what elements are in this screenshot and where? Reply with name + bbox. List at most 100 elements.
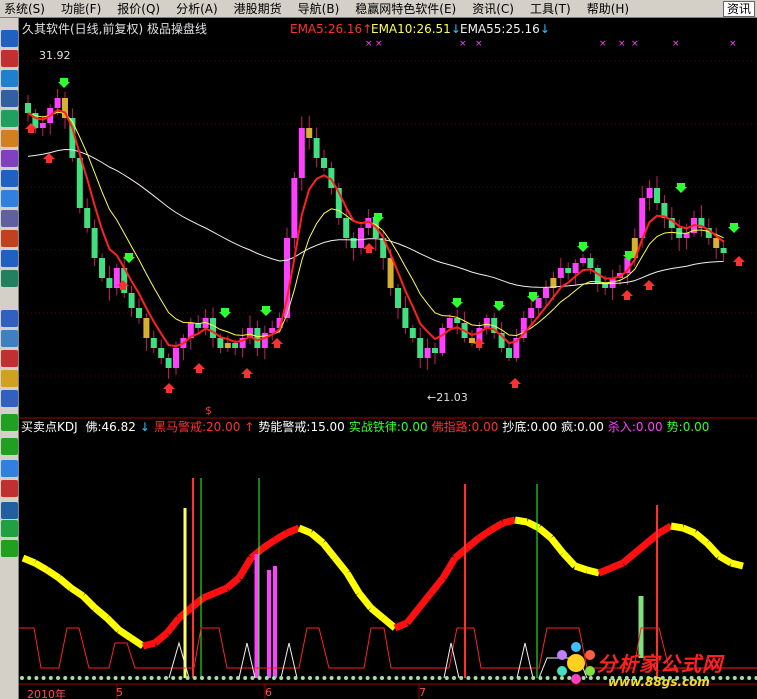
- baseline-dot: [200, 676, 204, 680]
- baseline-dot: [358, 676, 363, 680]
- table-icon[interactable]: [1, 90, 18, 107]
- menu-item-7[interactable]: 资讯(C): [464, 0, 522, 18]
- tool-icon-23[interactable]: [1, 520, 18, 537]
- tool-icon-20[interactable]: [1, 460, 18, 477]
- dollar-icon[interactable]: [1, 330, 18, 347]
- menu-item-5[interactable]: 导航(B): [290, 0, 348, 18]
- candle-body: [99, 258, 105, 278]
- baseline-dot: [56, 676, 60, 680]
- kdj-line-segment: [213, 584, 229, 597]
- kdj-line-segment: [548, 535, 566, 556]
- signal-spikes: [168, 641, 588, 679]
- baseline-dot: [444, 676, 449, 680]
- back-icon[interactable]: [1, 310, 18, 327]
- chart-area[interactable]: × × × × × × × × × 久其软件(日线,前复权) 极品操盘线 EMA5:26.16↑…: [19, 18, 757, 699]
- baseline-dot: [34, 676, 39, 680]
- menu-item-0[interactable]: 系统(S): [0, 0, 53, 18]
- menu-item-1[interactable]: 功能(F): [53, 0, 109, 18]
- baseline-dot: [257, 676, 262, 680]
- kdj-line-segment: [117, 627, 133, 641]
- baseline-dot: [308, 676, 312, 680]
- baseline-dot: [315, 676, 320, 680]
- search-icon[interactable]: [1, 190, 18, 207]
- kdj-line-segment: [235, 556, 255, 580]
- buy-arrow-icon: [163, 383, 175, 393]
- baseline-dot: [466, 676, 471, 680]
- menu-item-3[interactable]: 分析(A): [168, 0, 226, 18]
- grid-icon[interactable]: [1, 110, 18, 127]
- kdj-line-segment: [502, 516, 516, 527]
- down-arrow-icon[interactable]: [1, 414, 18, 431]
- baseline-dot: [214, 676, 219, 680]
- menu-item-8[interactable]: 工具(T): [522, 0, 579, 18]
- tool-icon-19[interactable]: [1, 438, 18, 455]
- kdj-line-segment: [33, 559, 49, 574]
- kdj-line-segment: [343, 571, 363, 595]
- baseline-dot: [20, 676, 24, 680]
- date-label-june: 6: [265, 686, 272, 699]
- kdj-line-segment: [692, 530, 710, 546]
- baseline-dot: [336, 676, 341, 680]
- up-arrow-icon[interactable]: [1, 390, 18, 407]
- people-icon[interactable]: [1, 150, 18, 167]
- menu-item-4[interactable]: 港股期货: [226, 0, 290, 18]
- kdj-line-segment: [56, 575, 74, 591]
- candle-body: [543, 288, 549, 298]
- pencil-icon[interactable]: [1, 350, 18, 367]
- tool-icon-22[interactable]: [1, 502, 18, 519]
- sell-arrow-icon: [493, 301, 505, 311]
- menu-item-6[interactable]: 稳赢网特色软件(E): [347, 0, 464, 18]
- menu-item-2[interactable]: 报价(Q): [109, 0, 168, 18]
- ema55-arrow: ↓: [539, 22, 550, 36]
- candle-body: [720, 248, 727, 253]
- baseline-dot: [401, 676, 406, 680]
- kdj-line-segment: [620, 550, 638, 566]
- indicator-field-6: 佛指路:0.00: [431, 420, 499, 434]
- indicator-name: 极品操盘线: [147, 22, 208, 36]
- chart-icon[interactable]: [1, 50, 18, 67]
- marker-x: ×: [618, 39, 626, 49]
- kdj-line-segment: [632, 540, 650, 556]
- baseline-dot: [322, 676, 327, 680]
- chart-canvas[interactable]: × × × × × × × × ×: [19, 18, 757, 699]
- tool-icon-24[interactable]: [1, 540, 18, 557]
- kdj-line-segment: [609, 559, 625, 572]
- baseline-dot: [27, 676, 32, 680]
- ema55-label: EMA55:25.16↓: [460, 22, 550, 36]
- folder-icon[interactable]: [1, 130, 18, 147]
- home-icon[interactable]: [1, 30, 18, 47]
- list-icon[interactable]: [1, 70, 18, 87]
- dollar-mark: $: [205, 404, 212, 417]
- candle-body: [409, 328, 416, 338]
- candle-body: [343, 218, 350, 238]
- buy-arrow-icon: [363, 243, 375, 253]
- candle-body: [528, 308, 535, 318]
- kdj-line-segment: [514, 516, 528, 526]
- refresh-icon[interactable]: [1, 270, 18, 287]
- kdj-line-segment: [489, 519, 505, 534]
- wave-icon[interactable]: [1, 230, 18, 247]
- candle-body: [646, 188, 653, 198]
- buy-arrow-icon: [43, 153, 55, 163]
- ema5-label: EMA5:26.16↑: [290, 22, 372, 36]
- ema5-value: EMA5:26.16: [290, 22, 363, 36]
- tool-icon-21[interactable]: [1, 480, 18, 497]
- kdj-line-segment: [439, 556, 459, 580]
- baseline-dot: [524, 676, 528, 680]
- move-icon[interactable]: [1, 370, 18, 387]
- f10-icon[interactable]: [1, 170, 18, 187]
- ema55-value: EMA55:25.16: [460, 22, 540, 36]
- indicator-field-8: 疯:0.00: [561, 420, 604, 434]
- kdj-line-segment: [104, 615, 122, 633]
- baseline-dot: [164, 676, 168, 680]
- etf-icon[interactable]: [1, 210, 18, 227]
- marker-x: ×: [672, 39, 680, 49]
- candle-body: [432, 348, 438, 353]
- rst-icon[interactable]: [1, 250, 18, 267]
- menu-right-button[interactable]: 资讯: [722, 1, 755, 17]
- kdj-line-segment: [332, 555, 350, 576]
- kdj-line-segment: [261, 537, 277, 551]
- baseline-dot: [372, 676, 377, 680]
- indicator-field-2: 黑马警戒:20.00: [153, 420, 241, 434]
- menu-item-9[interactable]: 帮助(H): [579, 0, 637, 18]
